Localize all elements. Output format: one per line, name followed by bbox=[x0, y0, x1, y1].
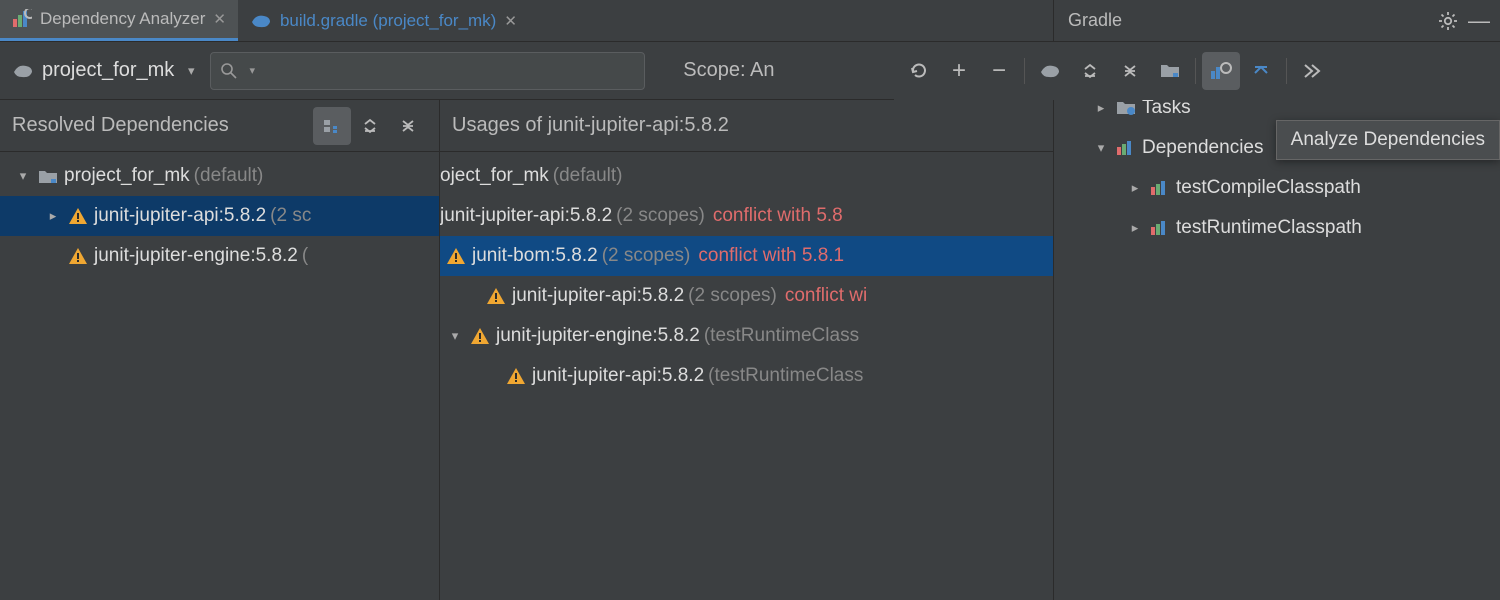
add-button[interactable]: + bbox=[940, 52, 978, 90]
resolved-deps-panel: Resolved Dependencies ▾ proj bbox=[0, 100, 440, 600]
warning-icon bbox=[446, 247, 466, 265]
gear-icon[interactable] bbox=[1438, 11, 1458, 31]
gradle-header: Gradle — bbox=[1054, 0, 1500, 42]
warning-icon bbox=[68, 207, 88, 225]
gradle-title: Gradle bbox=[1068, 10, 1428, 31]
chevron-down-icon[interactable]: ▾ bbox=[14, 168, 32, 184]
node-label: junit-jupiter-api:5.8.2 bbox=[512, 285, 684, 307]
tooltip: Analyze Dependencies bbox=[1276, 120, 1500, 160]
conflict-label: conflict wi bbox=[785, 285, 867, 307]
toggle-offline-button[interactable] bbox=[1242, 52, 1280, 90]
warning-icon bbox=[486, 287, 506, 305]
tree-node-classpath[interactable]: ▸ testRuntimeClasspath bbox=[1054, 208, 1500, 248]
remove-button[interactable]: − bbox=[980, 52, 1018, 90]
tooltip-text: Analyze Dependencies bbox=[1291, 129, 1485, 150]
node-label: Tasks bbox=[1142, 97, 1191, 119]
node-suffix: (2 scopes) bbox=[602, 245, 691, 267]
gradle-icon bbox=[12, 62, 34, 80]
separator bbox=[1024, 58, 1025, 84]
node-label: junit-jupiter-engine:5.8.2 bbox=[496, 325, 700, 347]
project-name: project_for_mk bbox=[42, 59, 174, 82]
node-label: project_for_mk bbox=[64, 165, 190, 187]
node-label: junit-jupiter-api:5.8.2 bbox=[532, 365, 704, 387]
node-suffix: ( bbox=[302, 245, 308, 267]
chevron-right-icon[interactable]: ▸ bbox=[1126, 220, 1144, 236]
search-icon bbox=[221, 63, 237, 79]
panel-title: Resolved Dependencies bbox=[12, 114, 313, 137]
expand-all-button[interactable] bbox=[351, 107, 389, 145]
close-icon[interactable]: ✕ bbox=[504, 12, 517, 30]
node-suffix: (2 sc bbox=[270, 205, 311, 227]
collapse-all-button[interactable] bbox=[1111, 52, 1149, 90]
node-suffix: (testRuntimeClass bbox=[704, 325, 859, 347]
close-icon[interactable]: ✕ bbox=[213, 10, 226, 28]
warning-icon bbox=[506, 367, 526, 385]
gradle-run-button[interactable] bbox=[1031, 52, 1069, 90]
node-suffix: (default) bbox=[553, 165, 623, 187]
tree-node[interactable]: junit-jupiter-engine:5.8.2 ( bbox=[0, 236, 439, 276]
node-label: testCompileClasspath bbox=[1176, 177, 1361, 199]
folder-icon bbox=[38, 168, 58, 184]
project-dropdown[interactable]: project_for_mk ▾ bbox=[12, 59, 200, 82]
node-suffix: (2 scopes) bbox=[688, 285, 777, 307]
refresh-button[interactable] bbox=[900, 52, 938, 90]
panel-header: Resolved Dependencies bbox=[0, 100, 439, 152]
tree-root[interactable]: ▾ project_for_mk (default) bbox=[0, 156, 439, 196]
analyze-deps-button[interactable] bbox=[1202, 52, 1240, 90]
node-suffix: (default) bbox=[194, 165, 264, 187]
tasks-icon bbox=[1116, 99, 1136, 117]
chevron-down-icon[interactable]: ▾ bbox=[243, 64, 261, 77]
deps-icon bbox=[1150, 219, 1170, 237]
node-label: oject_for_mk bbox=[440, 165, 549, 187]
gradle-icon bbox=[250, 12, 272, 30]
resolved-tree: ▾ project_for_mk (default) ▸ junit-jupit… bbox=[0, 152, 439, 276]
scope-label[interactable]: Scope: An bbox=[683, 59, 774, 82]
tree-node[interactable]: ▸ junit-jupiter-api:5.8.2 (2 sc bbox=[0, 196, 439, 236]
chevron-down-icon[interactable]: ▾ bbox=[446, 328, 464, 344]
chevron-right-icon[interactable]: ▸ bbox=[44, 208, 62, 224]
node-suffix: (2 scopes) bbox=[616, 205, 705, 227]
tab-label: build.gradle (project_for_mk) bbox=[280, 11, 496, 31]
warning-icon bbox=[470, 327, 490, 345]
warning-icon bbox=[68, 247, 88, 265]
tree-node-classpath[interactable]: ▸ testCompileClasspath bbox=[1054, 168, 1500, 208]
collapse-all-button[interactable] bbox=[389, 107, 427, 145]
tab-label: Dependency Analyzer bbox=[40, 9, 205, 29]
gradle-toolbar: + − bbox=[894, 42, 1337, 100]
node-label: testRuntimeClasspath bbox=[1176, 217, 1362, 239]
chevron-right-icon[interactable]: ▸ bbox=[1126, 180, 1144, 196]
tab-dependency-analyzer[interactable]: Dependency Analyzer ✕ bbox=[0, 0, 238, 41]
conflict-label: conflict with 5.8 bbox=[713, 205, 843, 227]
minimize-icon[interactable]: — bbox=[1468, 8, 1490, 34]
separator bbox=[1195, 58, 1196, 84]
chevron-right-icon[interactable]: ▸ bbox=[1092, 100, 1110, 116]
view-mode-button[interactable] bbox=[313, 107, 351, 145]
expand-all-button[interactable] bbox=[1071, 52, 1109, 90]
node-label: junit-bom:5.8.2 bbox=[472, 245, 598, 267]
conflict-label: conflict with 5.8.1 bbox=[698, 245, 844, 267]
node-label: junit-jupiter-api:5.8.2 bbox=[440, 205, 612, 227]
separator bbox=[1286, 58, 1287, 84]
node-label: Dependencies bbox=[1142, 137, 1263, 159]
deps-icon bbox=[1150, 179, 1170, 197]
project-structure-button[interactable] bbox=[1151, 52, 1189, 90]
tab-build-gradle[interactable]: build.gradle (project_for_mk) ✕ bbox=[238, 0, 529, 41]
deps-icon bbox=[1116, 139, 1136, 157]
chevron-down-icon[interactable]: ▾ bbox=[1092, 140, 1110, 156]
node-suffix: (testRuntimeClass bbox=[708, 365, 863, 387]
build-button[interactable] bbox=[1293, 52, 1331, 90]
analyzer-icon bbox=[12, 9, 32, 29]
chevron-down-icon: ▾ bbox=[182, 63, 200, 79]
search-input[interactable]: ▾ bbox=[210, 52, 645, 90]
node-label: junit-jupiter-api:5.8.2 bbox=[94, 205, 266, 227]
node-label: junit-jupiter-engine:5.8.2 bbox=[94, 245, 298, 267]
